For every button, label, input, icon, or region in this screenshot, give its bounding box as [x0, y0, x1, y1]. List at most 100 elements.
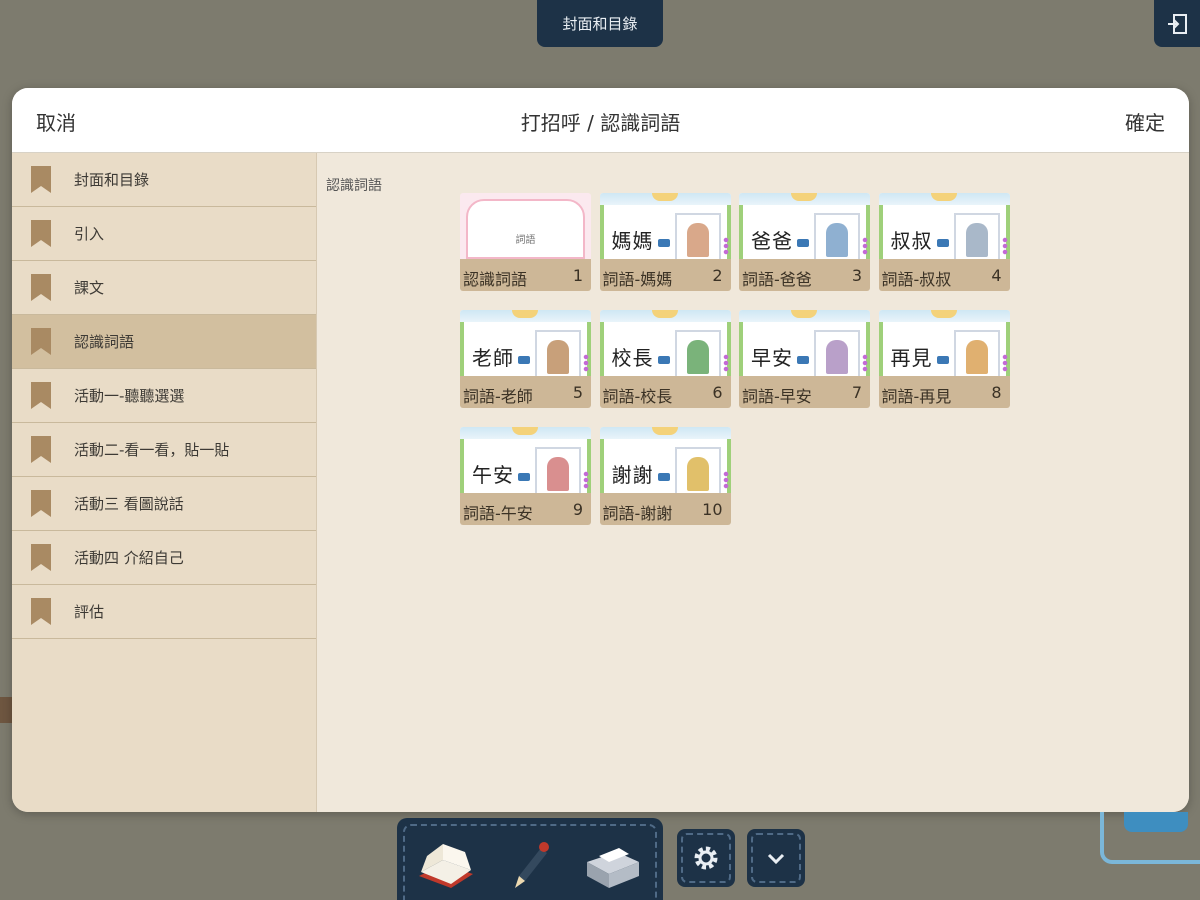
thumbnail-page-number: 5	[572, 383, 583, 402]
thumbnail-page-number: 7	[851, 383, 862, 402]
bottom-toolbar	[397, 818, 663, 900]
settings-button[interactable]	[677, 829, 735, 887]
background-edge	[0, 697, 12, 723]
bookmark-icon	[31, 274, 51, 301]
book-icon	[419, 844, 473, 888]
sidebar-item[interactable]: 活動四 介紹自己	[12, 531, 316, 585]
speaker-icon	[657, 473, 670, 481]
thumbnail-title: 詞語-校長	[602, 387, 673, 406]
thumbnail-title: 詞語-再見	[881, 387, 952, 406]
sidebar-item[interactable]: 封面和目錄	[12, 153, 316, 207]
thumbnail-page-number: 1	[572, 266, 583, 285]
page-preview: 午安	[460, 427, 591, 495]
page-word: 謝謝	[611, 463, 654, 487]
book-button[interactable]	[413, 834, 483, 894]
page-picker-dialog: 取消 打招呼 / 認識詞語 確定 封面和目錄 引入 課文 認識詞語 活動一-聽聽選選 活動…	[12, 88, 1189, 812]
page-preview: 再見	[878, 310, 1010, 378]
collapse-button[interactable]	[747, 829, 805, 887]
thumbnail-caption: 詞語-爸爸 3	[739, 259, 870, 291]
thumbnail-title: 詞語-老師	[463, 387, 533, 406]
thumbnail-title: 詞語-謝謝	[602, 504, 673, 523]
sidebar-item-label: 活動一-聽聽選選	[74, 387, 185, 405]
thumbnail-page-number: 8	[991, 383, 1002, 402]
page-preview: 爸爸	[739, 193, 870, 261]
illustration	[953, 213, 1000, 261]
thumbnail-page-number: 2	[712, 266, 723, 285]
page-thumbnail[interactable]: 詞語 認識詞語 1	[460, 193, 591, 291]
sidebar-item[interactable]: 活動三 看圖說話	[12, 477, 316, 531]
illustration	[535, 447, 581, 495]
illustration	[674, 330, 721, 378]
bookmark-icon	[31, 490, 51, 517]
sidebar-item-label: 封面和目錄	[74, 171, 150, 189]
bookmark-icon	[31, 382, 51, 409]
sidebar-item[interactable]: 活動二-看一看，貼一貼	[12, 423, 316, 477]
printer-icon	[587, 848, 639, 888]
exit-icon	[1168, 13, 1187, 34]
page-thumbnail[interactable]: 謝謝詞語-謝謝 10	[599, 427, 731, 525]
page-preview: 謝謝	[599, 427, 731, 495]
sidebar-item[interactable]: 引入	[12, 207, 316, 261]
speaker-icon	[657, 239, 670, 247]
page-thumbnail[interactable]: 媽媽 詞語-媽媽 2	[599, 193, 731, 291]
gear-icon	[694, 846, 718, 870]
section-sidebar: 封面和目錄引入課文認識詞語活動一-聽聽選選活動二-看一看，貼一貼 活動三 看圖說話…	[12, 153, 317, 812]
illustration	[814, 330, 860, 378]
exit-button[interactable]	[1154, 0, 1200, 47]
page-word: 老師	[472, 346, 514, 370]
section-label: 認識詞語	[326, 178, 382, 194]
page-word: 媽媽	[611, 229, 654, 253]
thumbnail-page-number: 9	[572, 500, 583, 519]
bookmark-icon	[31, 598, 51, 625]
bookmark-icon	[31, 166, 51, 193]
thumbnail-title: 詞語-叔叔	[881, 270, 952, 289]
page-thumbnail[interactable]: 早安 詞語-早安 7	[739, 310, 870, 408]
thumbnail-caption: 詞語-校長 6	[599, 376, 731, 408]
bookmark-icon	[31, 220, 51, 247]
page-thumbnail[interactable]: 爸爸詞語-爸爸 3	[739, 193, 870, 291]
top-tab-cover-toc[interactable]: 封面和目錄	[537, 0, 663, 47]
page-word: 早安	[751, 346, 793, 370]
page-preview: 詞語	[460, 193, 591, 259]
thumbnail-title: 詞語-午安	[463, 504, 533, 523]
page-word: 校長	[611, 346, 654, 370]
thumbnail-title: 詞語-爸爸	[742, 270, 812, 289]
sidebar-item[interactable]: 認識詞語	[12, 315, 316, 369]
bookmark-icon	[31, 328, 51, 355]
illustration	[674, 447, 721, 495]
page-thumbnail[interactable]: 再見詞語-再見 8	[878, 310, 1010, 408]
thumbnail-page-number: 10	[702, 500, 723, 519]
illustration	[535, 330, 581, 378]
sidebar-item-label: 活動三 看圖說話	[74, 495, 184, 513]
page-preview: 早安	[739, 310, 870, 378]
page-preview: 媽媽	[599, 193, 731, 261]
sidebar-item-label: 課文	[74, 279, 105, 297]
sidebar-item[interactable]: 評估	[12, 585, 316, 639]
confirm-button[interactable]: 確定	[1125, 107, 1165, 136]
sidebar-item[interactable]: 活動一-聽聽選選	[12, 369, 316, 423]
pen-icon	[515, 842, 549, 888]
page-thumbnail[interactable]: 叔叔 詞語-叔叔 4	[878, 193, 1010, 291]
page-thumbnail[interactable]: 老師詞語-老師 5	[460, 310, 591, 408]
speaker-icon	[657, 356, 670, 364]
cover-text: 詞語	[515, 235, 536, 246]
background-panel-corner	[1100, 812, 1200, 864]
thumbnail-caption: 詞語-叔叔 4	[878, 259, 1010, 291]
bookmark-icon	[31, 544, 51, 571]
illustration	[814, 213, 860, 261]
thumbnail-caption: 詞語-老師 5	[460, 376, 591, 408]
thumbnail-page-number: 3	[851, 266, 862, 285]
bookmark-icon	[31, 436, 51, 463]
page-word: 爸爸	[751, 229, 793, 253]
speaker-icon	[797, 239, 809, 247]
sidebar-item-label: 活動二-看一看，貼一貼	[74, 441, 230, 459]
page-thumbnail[interactable]: 午安詞語-午安 9	[460, 427, 591, 525]
sidebar-item[interactable]: 課文	[12, 261, 316, 315]
page-grid: 認識詞語 詞語 認識詞語 1 媽媽 詞語-媽媽 2 爸爸 詞語-爸爸 3 叔叔 詞語-叔叔 4 老師 詞語…	[317, 153, 1189, 812]
sidebar-item-label: 認識詞語	[74, 333, 135, 351]
pen-button[interactable]	[497, 834, 567, 894]
thumbnail-page-number: 6	[712, 383, 723, 402]
page-thumbnail[interactable]: 校長詞語-校長 6	[599, 310, 731, 408]
page-word: 午安	[472, 463, 514, 487]
print-button[interactable]	[577, 834, 647, 894]
